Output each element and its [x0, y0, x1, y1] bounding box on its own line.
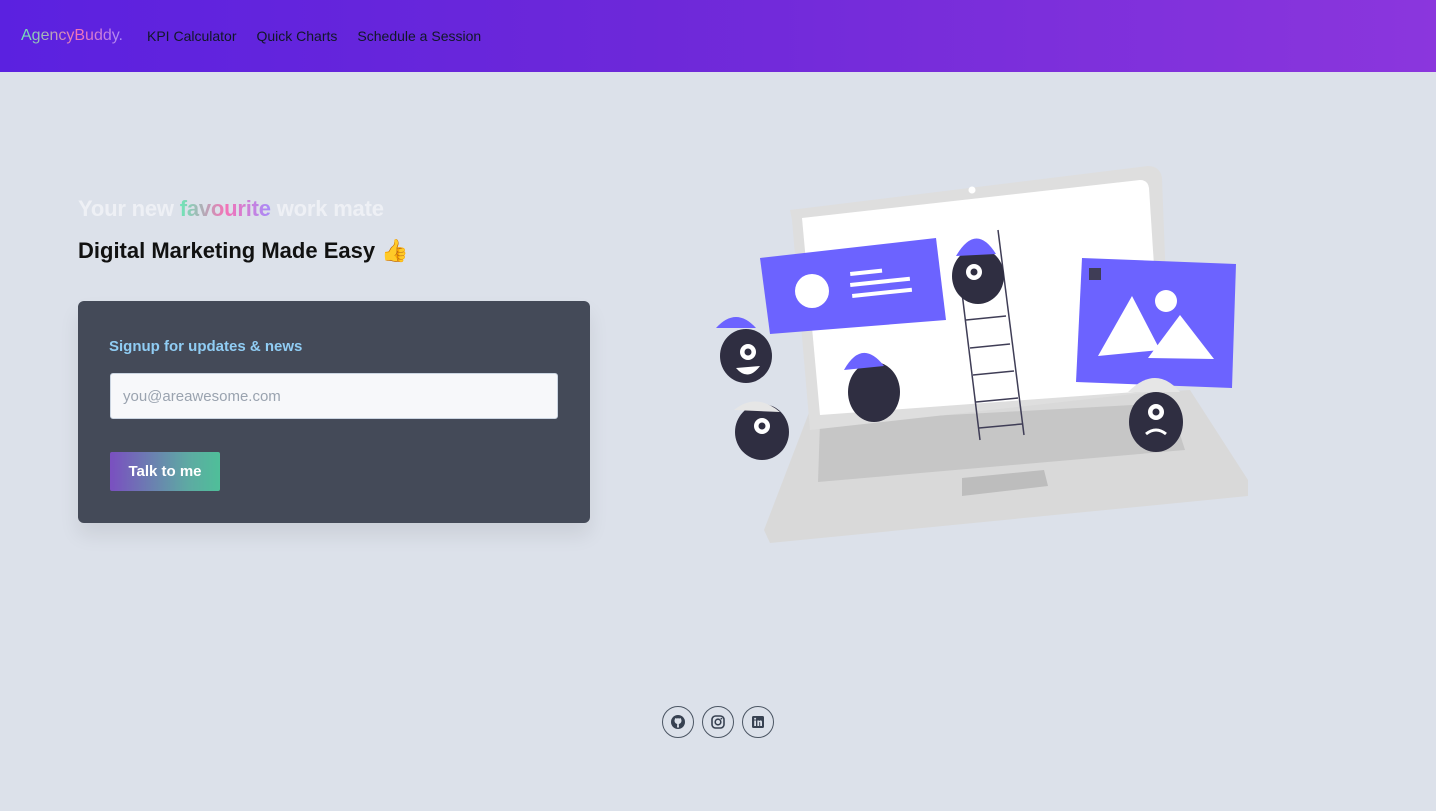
nav-link-quick-charts[interactable]: Quick Charts: [256, 28, 337, 44]
talk-to-me-button[interactable]: Talk to me: [110, 452, 220, 491]
hero-headline: Digital Marketing Made Easy 👍: [78, 238, 590, 264]
signup-title: Signup for updates & news: [109, 338, 303, 355]
tagline-prefix: Your new: [78, 196, 174, 221]
linkedin-icon: [752, 716, 764, 728]
instagram-link[interactable]: [702, 706, 734, 738]
hero-section: Your new favourite work mate Digital Mar…: [78, 196, 590, 264]
social-links: [662, 706, 774, 738]
nav-link-kpi-calculator[interactable]: KPI Calculator: [147, 28, 236, 44]
brand-logo[interactable]: AgencyBuddy.: [21, 27, 123, 45]
github-icon: [671, 715, 685, 729]
email-input[interactable]: [110, 373, 558, 419]
hero-illustration: [700, 160, 1260, 550]
signup-card: Signup for updates & news Talk to me: [78, 301, 590, 523]
headline-text: Digital Marketing Made Easy: [78, 238, 376, 263]
tagline-highlight: favourite: [179, 196, 271, 221]
thumbs-up-icon: 👍: [381, 238, 409, 263]
top-navbar: AgencyBuddy. KPI Calculator Quick Charts…: [0, 0, 1436, 72]
instagram-icon: [711, 715, 725, 729]
laptop-team-illustration: [716, 166, 1248, 543]
github-link[interactable]: [662, 706, 694, 738]
hero-tagline: Your new favourite work mate: [78, 196, 590, 222]
linkedin-link[interactable]: [742, 706, 774, 738]
tagline-suffix: work mate: [276, 196, 384, 221]
nav-link-schedule-session[interactable]: Schedule a Session: [357, 28, 481, 44]
